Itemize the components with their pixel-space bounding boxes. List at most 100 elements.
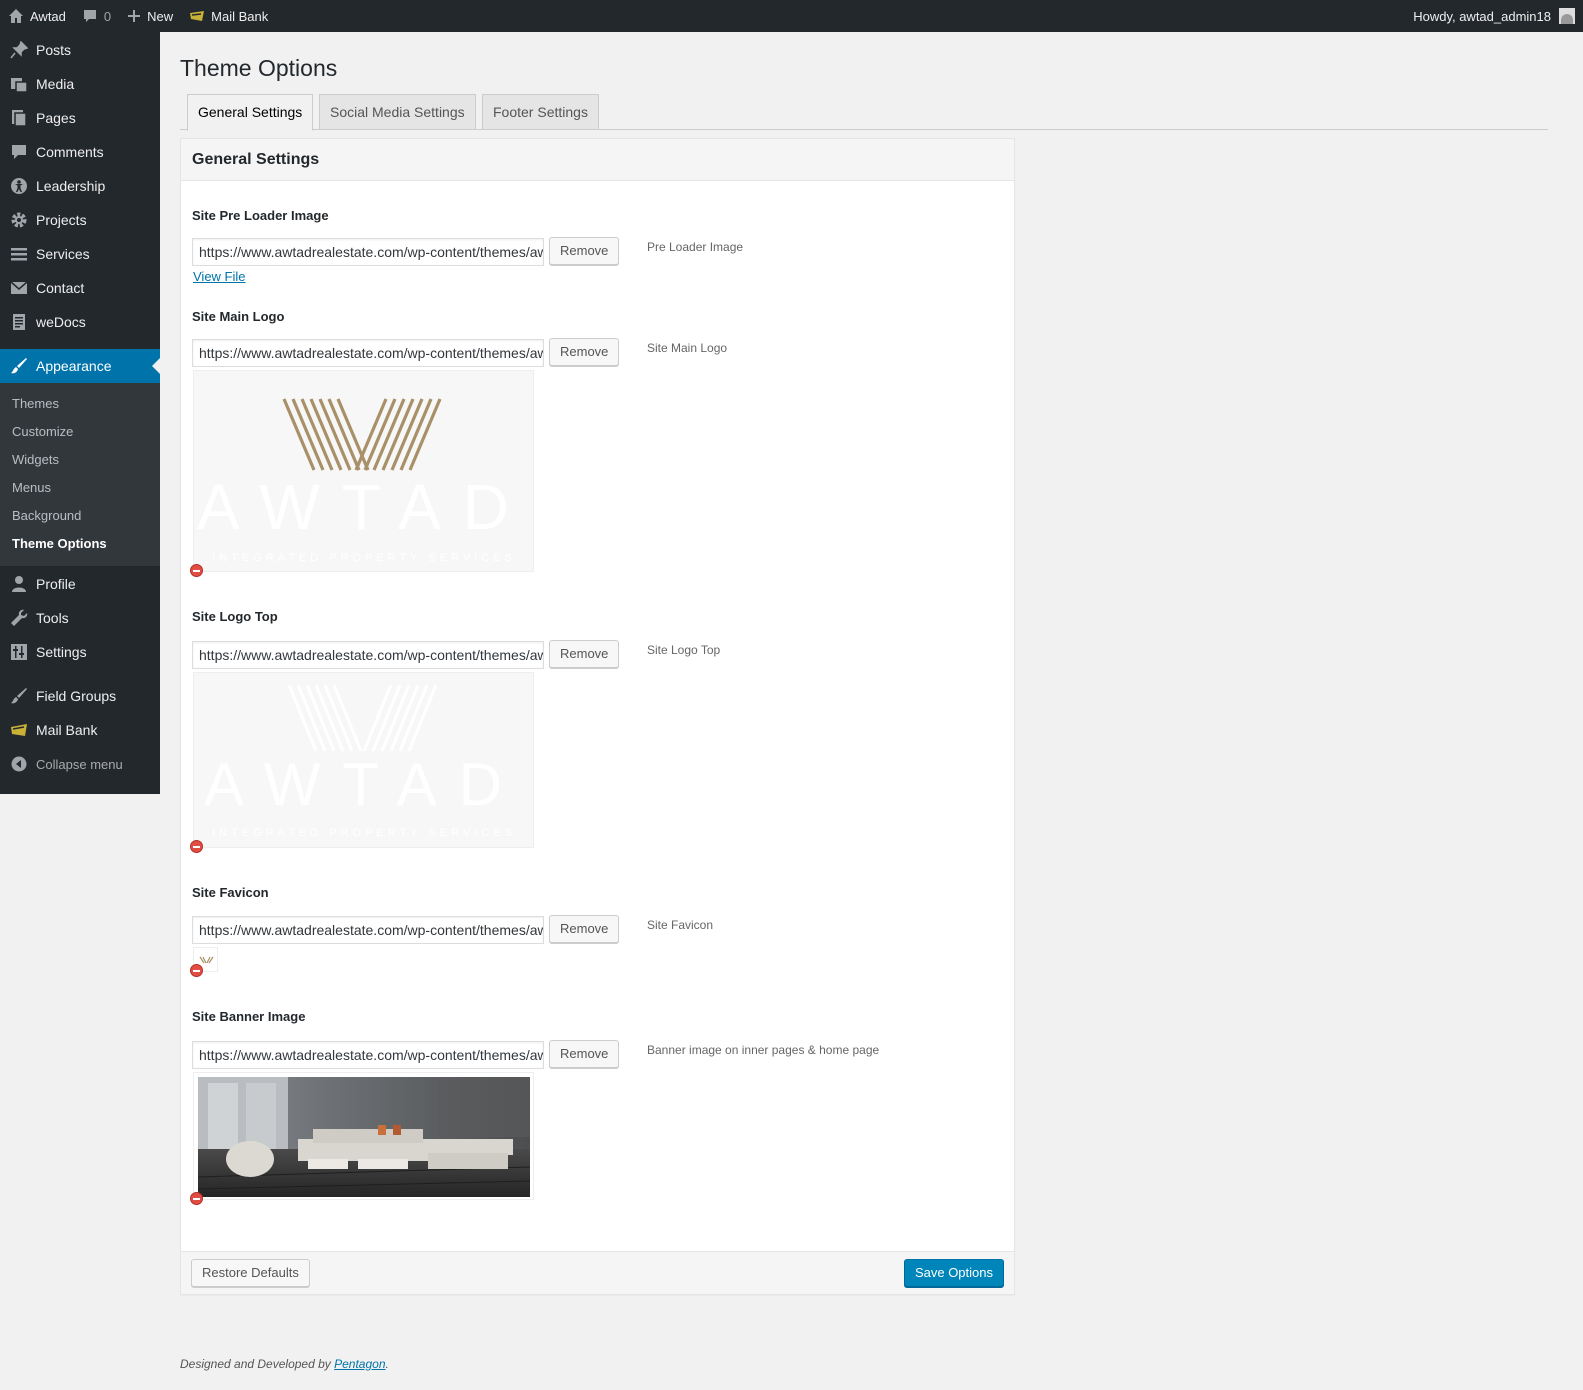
new-content-link[interactable]: New	[119, 0, 181, 32]
sidebar-item-profile[interactable]: Profile	[0, 567, 160, 601]
submenu-item-themes[interactable]: Themes	[0, 390, 160, 418]
remove-image-icon[interactable]	[190, 840, 203, 853]
tab-footer-settings[interactable]: Footer Settings	[482, 94, 599, 130]
field-label-favicon: Site Favicon	[192, 885, 269, 900]
sidebar-item-label: Mail Bank	[36, 722, 98, 738]
sidebar-item-label: Tools	[36, 610, 69, 626]
comment-icon	[82, 8, 98, 24]
restore-defaults-button[interactable]: Restore Defaults	[191, 1259, 310, 1287]
menu-separator	[0, 339, 160, 349]
sidebar-item-contact[interactable]: Contact	[0, 271, 160, 305]
panel-title: General Settings	[181, 139, 1014, 181]
save-options-button[interactable]: Save Options	[903, 1259, 1004, 1287]
main-logo-url-input[interactable]: https://www.awtadrealestate.com/wp-conte…	[192, 339, 544, 367]
sidebar-item-mail-bank[interactable]: Mail Bank	[0, 713, 160, 747]
view-file-link[interactable]: View File	[193, 269, 246, 284]
comment-icon	[10, 143, 28, 161]
comments-count: 0	[103, 8, 112, 24]
settings-icon	[10, 643, 28, 661]
submenu-item-theme-options[interactable]: Theme Options	[0, 530, 160, 558]
banner-url-input[interactable]: https://www.awtadrealestate.com/wp-conte…	[192, 1041, 544, 1069]
panel-body: Site Pre Loader Image https://www.awtadr…	[181, 181, 1014, 1251]
tab-social-media-settings[interactable]: Social Media Settings	[319, 94, 476, 130]
field-label-preloader: Site Pre Loader Image	[192, 208, 329, 223]
submenu-item-background[interactable]: Background	[0, 502, 160, 530]
logo-tagline: INTEGRATED PROPERTY SERVICES	[212, 552, 516, 564]
submenu-item-customize[interactable]: Customize	[0, 418, 160, 446]
logo-top-url-input[interactable]: https://www.awtadrealestate.com/wp-conte…	[192, 641, 544, 669]
collapse-icon	[10, 755, 28, 773]
gear-icon	[10, 211, 28, 229]
remove-banner-button[interactable]: Remove	[549, 1040, 620, 1068]
tab-general-settings[interactable]: General Settings	[187, 94, 314, 131]
appearance-submenu: Themes Customize Widgets Menus Backgroun…	[0, 383, 160, 566]
sidebar-item-label: Posts	[36, 42, 72, 58]
sidebar-item-services[interactable]: Services	[0, 237, 160, 271]
sidebar-item-posts[interactable]: Posts	[0, 33, 160, 67]
media-icon	[10, 75, 28, 93]
field-icon	[10, 687, 28, 705]
site-name-link[interactable]: Awtad	[0, 0, 74, 32]
sidebar-item-label: Contact	[36, 280, 85, 296]
paintbrush-icon	[10, 357, 28, 375]
wrench-icon	[10, 609, 28, 627]
remove-main-logo-button[interactable]: Remove	[549, 338, 620, 366]
preloader-url-input[interactable]: https://www.awtadrealestate.com/wp-conte…	[192, 238, 544, 266]
remove-preloader-button[interactable]: Remove	[549, 237, 620, 265]
my-account[interactable]: Howdy, awtad_admin18	[1413, 8, 1583, 24]
comments-link[interactable]: 0	[74, 0, 119, 32]
howdy-text: Howdy, awtad_admin18	[1413, 8, 1551, 24]
sidebar-item-settings[interactable]: Settings	[0, 635, 160, 669]
sidebar-item-tools[interactable]: Tools	[0, 601, 160, 635]
sidebar-item-media[interactable]: Media	[0, 67, 160, 101]
sidebar-item-label: Leadership	[36, 178, 106, 194]
sidebar-item-label: Services	[36, 246, 90, 262]
remove-favicon-button[interactable]: Remove	[549, 915, 620, 943]
submenu-item-widgets[interactable]: Widgets	[0, 446, 160, 474]
person-icon	[10, 177, 28, 195]
field-desc-main-logo: Site Main Logo	[647, 341, 728, 355]
favicon-url-input[interactable]: https://www.awtadrealestate.com/wp-conte…	[192, 916, 544, 944]
sidebar-item-projects[interactable]: Projects	[0, 203, 160, 237]
collapse-label: Collapse menu	[36, 756, 123, 772]
sidebar-item-wedocs[interactable]: weDocs	[0, 305, 160, 339]
field-label-logo-top: Site Logo Top	[192, 609, 278, 624]
menu-separator	[0, 669, 160, 679]
sidebar-item-field-groups[interactable]: Field Groups	[0, 679, 160, 713]
mailbank-link[interactable]: Mail Bank	[181, 0, 276, 32]
site-name: Awtad	[30, 8, 66, 24]
awtad-logo-white-image: AWTAD INTEGRATED PROPERTY SERVICES	[204, 684, 516, 839]
submenu-item-menus[interactable]: Menus	[0, 474, 160, 502]
remove-logo-top-button[interactable]: Remove	[549, 640, 620, 668]
mailbank-icon	[10, 721, 28, 739]
field-label-banner: Site Banner Image	[192, 1009, 306, 1024]
admin-bar: Awtad 0 New Mail Bank Howdy, awtad_admin…	[0, 0, 1583, 32]
logo-wordmark: AWTAD	[197, 471, 531, 543]
sidebar-item-pages[interactable]: Pages	[0, 101, 160, 135]
sidebar-item-label: Comments	[36, 144, 104, 160]
general-settings-panel: General Settings Site Pre Loader Image h…	[180, 138, 1015, 1295]
remove-image-icon[interactable]	[190, 564, 203, 577]
footer-prefix: Designed and Developed by	[180, 1357, 335, 1371]
field-desc-favicon: Site Favicon	[647, 918, 714, 932]
logo-tagline: INTEGRATED PROPERTY SERVICES	[212, 827, 516, 839]
field-label-main-logo: Site Main Logo	[192, 309, 285, 324]
panel-footer: Restore Defaults Save Options	[181, 1251, 1014, 1294]
remove-image-icon[interactable]	[190, 964, 203, 977]
doc-icon	[10, 313, 28, 331]
awtad-logo-image: AWTAD INTEGRATED PROPERTY SERVICES	[197, 398, 531, 564]
sidebar-item-appearance[interactable]: Appearance	[0, 349, 160, 383]
footer-link[interactable]: Pentagon	[334, 1357, 385, 1371]
user-icon	[10, 575, 28, 593]
sidebar-item-leadership[interactable]: Leadership	[0, 169, 160, 203]
remove-image-icon[interactable]	[190, 1192, 203, 1205]
main-content: Theme Options General Settings Social Me…	[180, 32, 1560, 1295]
admin-sidebar: Posts Media Pages Comments Leadership Pr…	[0, 32, 160, 794]
pushpin-icon	[10, 41, 28, 59]
plus-icon	[127, 9, 141, 23]
field-desc-preloader: Pre Loader Image	[647, 240, 744, 254]
sidebar-item-comments[interactable]: Comments	[0, 135, 160, 169]
collapse-menu-button[interactable]: Collapse menu	[0, 747, 160, 781]
mailbank-icon	[189, 10, 205, 22]
mail-icon	[10, 279, 28, 297]
